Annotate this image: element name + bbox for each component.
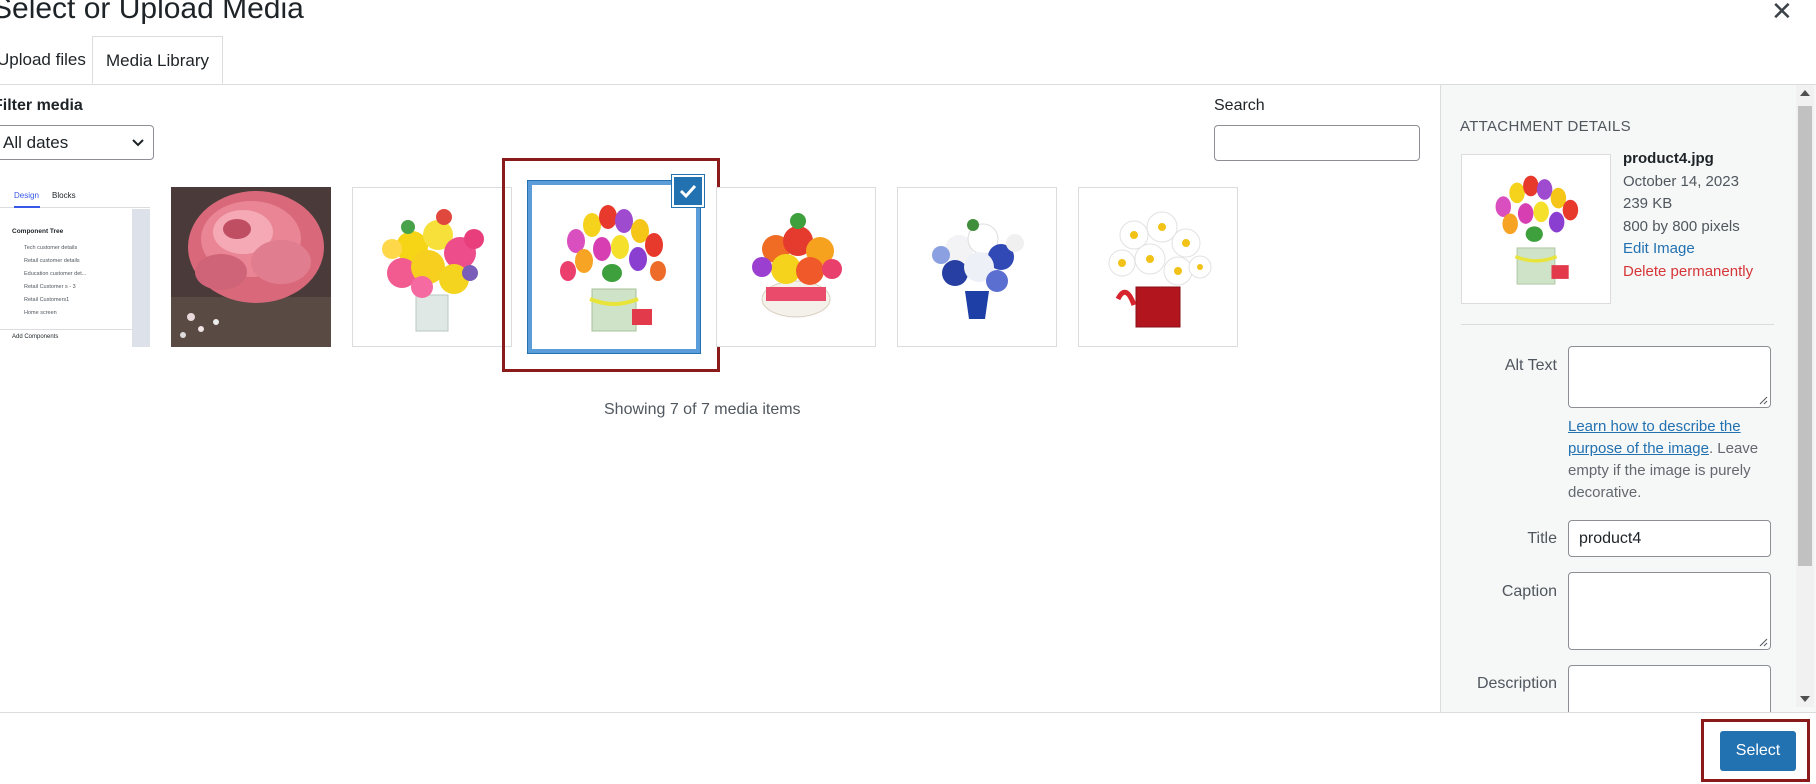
media-item-white-daisies-red-vase[interactable] bbox=[1078, 187, 1238, 347]
tab-media-library[interactable]: Media Library bbox=[92, 36, 223, 84]
media-item-orange-bouquet-cake[interactable] bbox=[716, 187, 876, 347]
search-input[interactable] bbox=[1214, 125, 1420, 161]
resize-grip-icon[interactable] bbox=[1759, 638, 1768, 647]
blue-bouquet-image bbox=[932, 219, 1024, 319]
screenshot-item: Retail customer details bbox=[24, 258, 80, 264]
attachment-details-heading: Attachment Details bbox=[1460, 118, 1631, 135]
scroll-down-icon[interactable] bbox=[1800, 696, 1810, 702]
screenshot-tab-design: Design bbox=[14, 191, 39, 200]
media-item-yellow-pink-bouquet[interactable] bbox=[352, 187, 512, 347]
screenshot-item: Retail Customers1 bbox=[24, 297, 70, 303]
peony-image bbox=[171, 187, 331, 347]
alt-text-field[interactable] bbox=[1568, 346, 1771, 408]
date-filter-select[interactable]: All dates bbox=[0, 125, 154, 160]
modal-footer bbox=[0, 713, 1816, 784]
media-item-app-screenshot[interactable]: Design Blocks Component Tree Tech custom… bbox=[0, 187, 150, 347]
attachment-filename: product4.jpg bbox=[1623, 150, 1714, 167]
attachment-dimensions: 800 by 800 pixels bbox=[1623, 218, 1740, 235]
media-item-blue-white-bouquet[interactable] bbox=[897, 187, 1057, 347]
alt-text-label: Alt Text bbox=[1504, 357, 1557, 374]
caption-label: Caption bbox=[1501, 583, 1557, 600]
alt-text-help: Learn how to describe the purpose of the… bbox=[1568, 416, 1778, 504]
screenshot-heading: Component Tree bbox=[12, 228, 64, 235]
search-label: Search bbox=[1214, 97, 1265, 114]
caption-field[interactable] bbox=[1568, 572, 1771, 650]
media-item-pink-peony[interactable] bbox=[171, 187, 331, 347]
scroll-up-icon[interactable] bbox=[1800, 90, 1810, 96]
title-input[interactable]: product4 bbox=[1568, 520, 1771, 557]
scrollbar-thumb[interactable] bbox=[1798, 106, 1812, 566]
resize-grip-icon[interactable] bbox=[1759, 396, 1768, 405]
highlight-box bbox=[1701, 719, 1810, 782]
delete-permanently-link[interactable]: Delete permanently bbox=[1623, 263, 1753, 280]
attachment-date: October 14, 2023 bbox=[1623, 173, 1739, 190]
daisies-image bbox=[1108, 211, 1212, 328]
description-label: Description bbox=[1476, 675, 1557, 692]
selected-check-icon[interactable] bbox=[672, 175, 704, 207]
details-divider bbox=[1461, 324, 1774, 325]
screenshot-item: Home screen bbox=[24, 310, 57, 316]
close-icon[interactable]: ✕ bbox=[1771, 0, 1793, 24]
tab-upload-files[interactable]: Upload files bbox=[0, 36, 99, 84]
title-label: Title bbox=[1527, 530, 1557, 547]
screenshot-item: Tech customer details bbox=[24, 245, 78, 251]
orange-bouquet-image bbox=[752, 213, 842, 318]
screenshot-item: Education customer det... bbox=[24, 271, 87, 277]
modal-title: Select or Upload Media bbox=[0, 0, 304, 25]
media-count-text: Showing 7 of 7 media items bbox=[604, 401, 801, 418]
screenshot-tab-blocks: Blocks bbox=[52, 191, 76, 200]
date-filter-value: All dates bbox=[3, 133, 69, 152]
screenshot-footer: Add Components bbox=[12, 334, 59, 340]
screenshot-item: Retail Customer s - 3 bbox=[24, 284, 76, 290]
chevron-down-icon bbox=[132, 139, 144, 147]
attachment-thumbnail bbox=[1461, 154, 1611, 304]
filter-media-label: Filter media bbox=[0, 97, 83, 114]
edit-image-link[interactable]: Edit Image bbox=[1623, 240, 1695, 257]
yellow-bouquet-image bbox=[382, 209, 484, 332]
description-field[interactable] bbox=[1568, 665, 1771, 713]
attachment-size: 239 KB bbox=[1623, 195, 1673, 212]
footer-divider bbox=[0, 712, 1816, 713]
screenshot-preview: Design Blocks Component Tree Tech custom… bbox=[0, 187, 150, 347]
